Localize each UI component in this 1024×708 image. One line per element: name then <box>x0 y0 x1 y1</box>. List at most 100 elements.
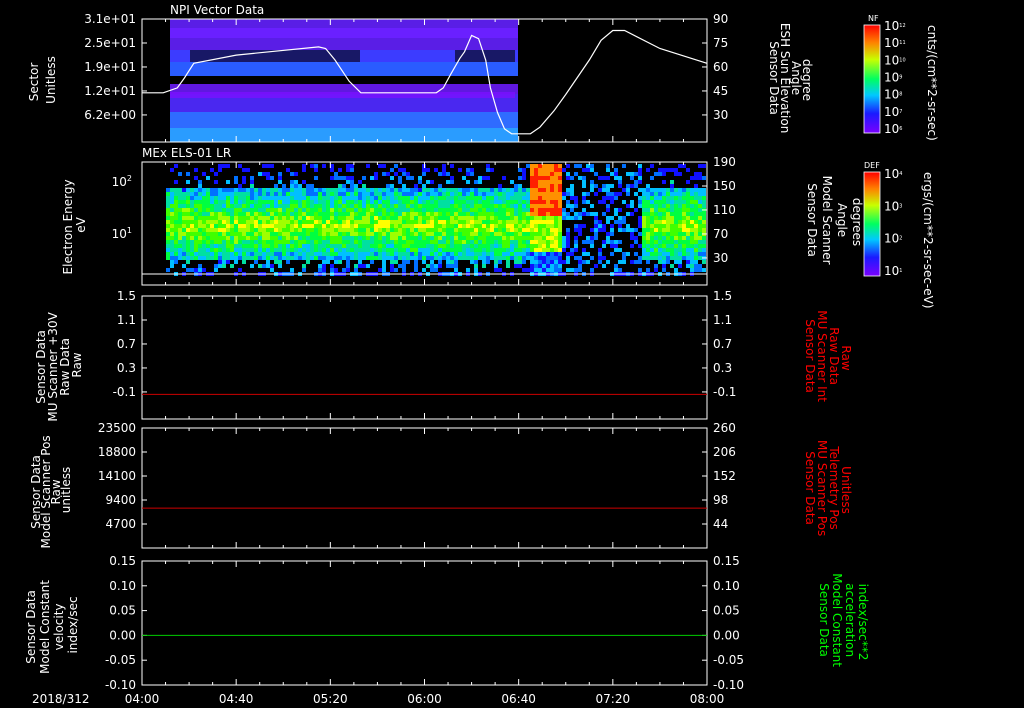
els-cell <box>258 224 262 228</box>
els-cell <box>542 252 546 256</box>
els-cell <box>306 244 310 248</box>
els-cell <box>286 248 290 252</box>
els-cell <box>318 256 322 260</box>
els-cell <box>694 224 698 228</box>
els-cell <box>202 252 206 256</box>
els-cell <box>490 236 494 240</box>
els-cell <box>446 212 450 216</box>
els-cell <box>442 232 446 236</box>
els-cell <box>194 216 198 220</box>
els-cell <box>406 220 410 224</box>
els-cell <box>206 240 210 244</box>
els-cell <box>506 244 510 248</box>
els-cell <box>522 256 526 260</box>
els-cell <box>346 228 350 232</box>
els-cell <box>522 240 526 244</box>
els-cell <box>290 200 294 204</box>
els-cell <box>298 232 302 236</box>
els-cell <box>302 204 306 208</box>
els-cell <box>658 260 662 264</box>
els-cell <box>598 200 602 204</box>
els-cell <box>554 168 558 172</box>
els-cell <box>262 248 266 252</box>
els-cell <box>526 208 530 212</box>
els-cell <box>474 248 478 252</box>
els-cell <box>402 184 406 188</box>
els-cell <box>494 216 498 220</box>
els-cell <box>554 252 558 256</box>
els-cell <box>286 168 290 172</box>
els-cell <box>506 248 510 252</box>
els-cell <box>358 192 362 196</box>
els-cell <box>422 212 426 216</box>
nf-cbtick-6: 106 <box>884 122 902 136</box>
els-cell <box>442 224 446 228</box>
els-cell <box>242 232 246 236</box>
els-cell <box>166 248 170 252</box>
els-cell <box>470 168 474 172</box>
els-cell <box>694 248 698 252</box>
els-cell <box>618 208 622 212</box>
els-cell <box>186 204 190 208</box>
colorbar-nf-label: NF <box>868 14 879 23</box>
els-cell <box>186 248 190 252</box>
els-cell <box>662 168 666 172</box>
els-cell <box>282 252 286 256</box>
els-cell <box>334 248 338 252</box>
els-cell <box>530 208 534 212</box>
els-cell <box>394 216 398 220</box>
els-cell <box>530 264 534 268</box>
els-cell <box>558 176 562 180</box>
els-cell <box>442 240 446 244</box>
els-cell <box>602 244 606 248</box>
els-cell <box>474 260 478 264</box>
els-cell <box>490 220 494 224</box>
els-cell <box>442 200 446 204</box>
els-cell <box>426 168 430 172</box>
els-cell <box>298 256 302 260</box>
els-cell <box>526 268 530 272</box>
els-cell <box>446 220 450 224</box>
els-cell <box>290 244 294 248</box>
els-cell <box>478 200 482 204</box>
els-cell <box>170 216 174 220</box>
els-cell <box>274 236 278 240</box>
els-cell <box>394 268 398 272</box>
def-cbtick-0-base: 10 <box>884 167 899 181</box>
els-cell <box>410 248 414 252</box>
els-cell <box>698 164 702 168</box>
els-cell <box>510 256 514 260</box>
els-cell <box>466 180 470 184</box>
els-cell <box>166 240 170 244</box>
els-cell <box>222 164 226 168</box>
els-cell <box>350 192 354 196</box>
npi-heatmap <box>170 19 518 142</box>
els-cell <box>466 268 470 272</box>
els-cell <box>498 200 502 204</box>
els-cell <box>446 232 450 236</box>
els-cell <box>426 188 430 192</box>
els-cell <box>370 216 374 220</box>
els-cell <box>558 172 562 176</box>
els-cell <box>198 180 202 184</box>
els-cell <box>670 248 674 252</box>
els-cell <box>462 200 466 204</box>
els-cell <box>434 208 438 212</box>
els-cell <box>698 216 702 220</box>
colorbar-def-units: ergs/(cm**2-sr-sec-eV) <box>921 172 935 309</box>
els-cell <box>646 244 650 248</box>
els-cell <box>410 252 414 256</box>
els-cell <box>258 188 262 192</box>
els-cell <box>674 248 678 252</box>
els-cell <box>354 252 358 256</box>
els-cell <box>270 244 274 248</box>
els-cell <box>570 176 574 180</box>
els-cell <box>422 256 426 260</box>
els-cell <box>338 244 342 248</box>
els-cell <box>690 208 694 212</box>
els-cell <box>410 196 414 200</box>
els-cell <box>430 268 434 272</box>
els-cell <box>306 224 310 228</box>
els-cell <box>554 196 558 200</box>
els-cell <box>518 200 522 204</box>
